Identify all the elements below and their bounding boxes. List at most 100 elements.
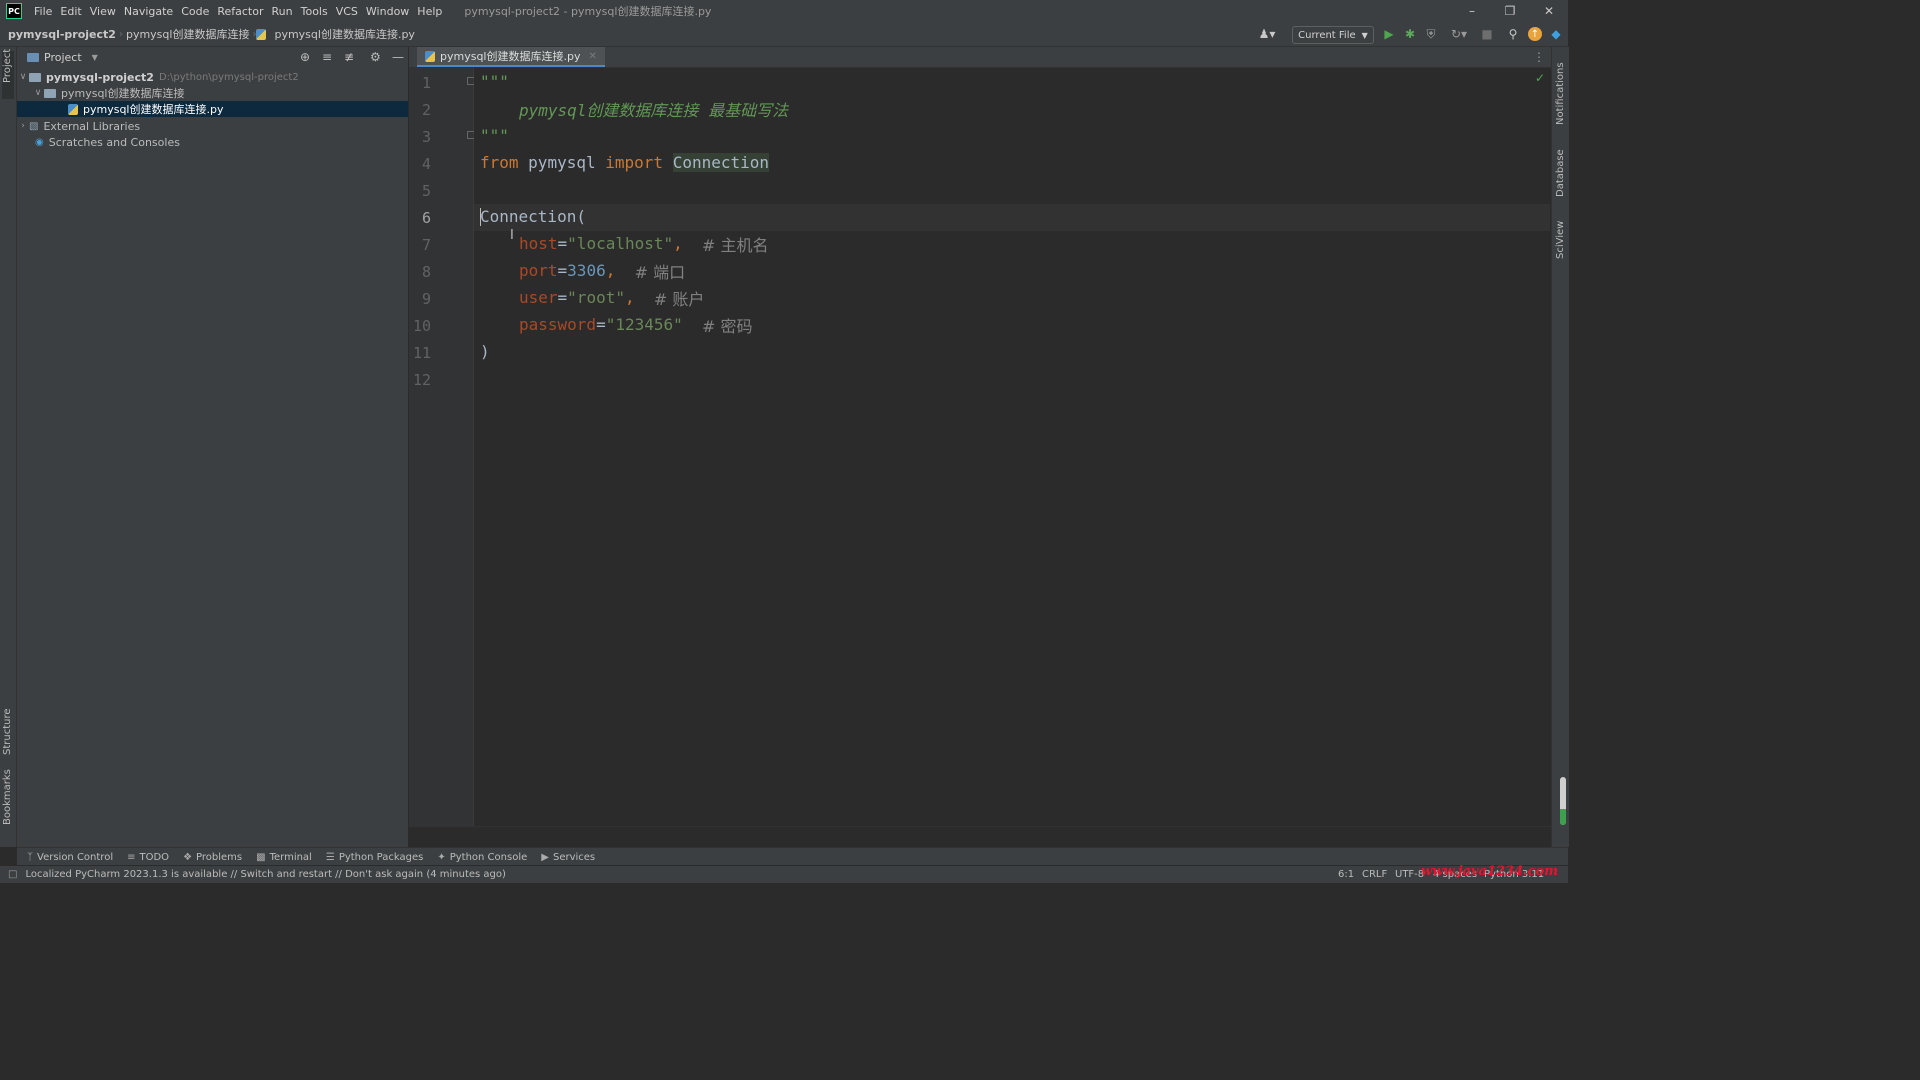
chevron-right-icon[interactable]: › — [17, 121, 29, 131]
line-separator[interactable]: CRLF — [1362, 869, 1387, 880]
project-panel-title[interactable]: Project — [44, 51, 82, 64]
menu-run[interactable]: Run — [268, 5, 297, 18]
bookmarks-tool-label[interactable]: Bookmarks — [2, 769, 13, 825]
more-options-icon[interactable]: ⋮ — [1533, 50, 1545, 64]
run-icon[interactable]: ▶ — [1382, 26, 1396, 42]
database-tool-label[interactable]: Database — [1555, 149, 1566, 197]
project-tool-label[interactable]: Project — [2, 49, 13, 83]
status-toggle-icon[interactable]: □ — [8, 869, 17, 880]
menu-code[interactable]: Code — [177, 5, 213, 18]
tree-root-name: pymysql-project2 — [46, 70, 154, 84]
run-config-dropdown[interactable]: Current File ▼ — [1292, 26, 1374, 44]
project-panel-header: Project ▼ ⊕ ≡ ≢ ⚙ — — [17, 47, 408, 67]
chevron-down-icon[interactable]: ∨ — [32, 88, 44, 98]
breadcrumb-folder[interactable]: pymysql创建数据库连接 — [123, 26, 253, 42]
param-name: user — [519, 288, 558, 307]
sciview-tool-label[interactable]: SciView — [1555, 221, 1566, 259]
close-window-icon[interactable]: ✕ — [1530, 0, 1568, 22]
python-console-tab[interactable]: ✦ Python Console — [437, 852, 527, 863]
restore-icon[interactable]: ❐ — [1491, 0, 1529, 22]
code-line-2: pymysql创建数据库连接 最基础写法 — [519, 95, 788, 122]
python-packages-tab[interactable]: ☰ Python Packages — [326, 852, 423, 863]
menu-edit[interactable]: Edit — [56, 5, 85, 18]
menu-view[interactable]: View — [86, 5, 120, 18]
line-number: 11 — [412, 344, 431, 362]
menu-tools[interactable]: Tools — [297, 5, 332, 18]
left-tool-stripe: Project Structure Bookmarks — [0, 47, 17, 847]
breadcrumb-project[interactable]: pymysql-project2 — [5, 28, 119, 41]
tree-item-project-root[interactable]: ∨ pymysql-project2 D:\python\pymysql-pro… — [17, 69, 408, 85]
locate-file-icon[interactable]: ⊕ — [300, 50, 310, 64]
expand-all-icon[interactable]: ≡ — [322, 50, 332, 64]
param-name: host — [519, 234, 558, 253]
version-control-tab[interactable]: ᛉ Version Control — [27, 852, 113, 863]
menu-file[interactable]: File — [30, 5, 56, 18]
watermark-text: www.java1234.com — [1421, 864, 1558, 879]
string-literal: "root" — [567, 288, 625, 307]
services-tab[interactable]: ▶ Services — [541, 852, 595, 863]
tree-file-label: pymysql创建数据库连接.py — [83, 103, 224, 116]
problems-tab[interactable]: ❖ Problems — [183, 852, 242, 863]
tree-item-file[interactable]: pymysql创建数据库连接.py — [17, 101, 408, 117]
line-number: 8 — [421, 263, 431, 281]
chevron-down-icon[interactable]: ∨ — [17, 72, 29, 82]
tree-item-scratches[interactable]: ◉ Scratches and Consoles — [17, 134, 408, 150]
collapse-all-icon[interactable]: ≢ — [344, 50, 354, 64]
editor-tab[interactable]: pymysql创建数据库连接.py ✕ — [417, 47, 605, 67]
library-icon: ▧ — [29, 120, 39, 132]
tree-item-external-libraries[interactable]: › ▧ External Libraries — [17, 118, 408, 134]
tree-root-path: D:\python\pymysql-project2 — [158, 71, 299, 83]
inspection-ok-icon[interactable]: ✓ — [1535, 71, 1545, 85]
menu-window[interactable]: Window — [362, 5, 413, 18]
hide-panel-icon[interactable]: — — [392, 50, 404, 64]
update-icon[interactable]: ↑ — [1528, 27, 1542, 41]
line-number: 2 — [421, 101, 431, 119]
line-number: 7 — [421, 236, 431, 254]
menu-help[interactable]: Help — [413, 5, 446, 18]
menu-navigate[interactable]: Navigate — [120, 5, 177, 18]
file-encoding[interactable]: UTF-8 — [1395, 869, 1424, 880]
coverage-icon[interactable]: ⛨ — [1424, 26, 1438, 42]
bottom-tool-bar: ᛉ Version Control ≡ TODO ❖ Problems ▩ Termin… — [17, 847, 1568, 866]
editor-tab-label: pymysql创建数据库连接.py — [440, 50, 581, 63]
param-name: password — [519, 315, 597, 334]
breadcrumb-file[interactable]: pymysql创建数据库连接.py — [271, 26, 417, 42]
line-number: 9 — [421, 290, 431, 308]
gear-icon[interactable]: ⚙ — [370, 50, 381, 64]
imported-name: Connection — [672, 153, 770, 172]
search-icon[interactable]: ⚲ — [1506, 26, 1520, 42]
minimize-icon[interactable]: – — [1453, 0, 1491, 22]
pycharm-logo-icon[interactable]: PC — [6, 3, 22, 19]
string-literal: "localhost" — [567, 234, 674, 253]
line-number: 10 — [412, 317, 431, 335]
structure-tool-label[interactable]: Structure — [2, 708, 13, 755]
module-name: pymysql — [528, 153, 596, 172]
menu-vcs[interactable]: VCS — [332, 5, 362, 18]
notifications-tool-label[interactable]: Notifications — [1555, 62, 1566, 125]
info-icon: ❖ — [183, 851, 193, 863]
closing-paren: ) — [480, 342, 490, 361]
code-line-10: password = "123456" # 密码 — [519, 311, 753, 338]
project-view-icon — [27, 52, 39, 62]
user-icon[interactable]: ♟▾ — [1256, 26, 1278, 42]
line-number: 4 — [421, 155, 431, 173]
status-message[interactable]: Localized PyCharm 2023.1.3 is available … — [25, 869, 505, 880]
code-editor[interactable]: """ pymysql创建数据库连接 最基础写法 """ from pymysq… — [474, 68, 1550, 826]
tree-item-folder[interactable]: ∨ pymysql创建数据库连接 — [17, 85, 408, 101]
code-line-7: host = "localhost", # 主机名 — [519, 230, 769, 257]
close-tab-icon[interactable]: ✕ — [588, 51, 596, 62]
stop-icon[interactable]: ■ — [1480, 26, 1494, 42]
caret-position[interactable]: 6:1 — [1338, 869, 1354, 880]
debug-icon[interactable]: ✱ — [1403, 26, 1417, 42]
chevron-down-icon[interactable]: ▼ — [92, 53, 98, 62]
tree-external-label: External Libraries — [43, 119, 141, 133]
jetbrains-logo-icon[interactable]: ◆ — [1549, 26, 1563, 42]
call-expression: Connection( — [480, 207, 586, 226]
terminal-tab[interactable]: ▩ Terminal — [256, 852, 312, 863]
todo-tab[interactable]: ≡ TODO — [127, 852, 169, 863]
menu-refactor[interactable]: Refactor — [213, 5, 267, 18]
profile-icon[interactable]: ↻▾ — [1446, 26, 1472, 42]
line-number-gutter[interactable]: 1 2 3 4 5 6 7 8 9 10 11 12 — [409, 68, 475, 826]
python-packages-label: Python Packages — [338, 851, 424, 863]
code-line-9: user = "root", # 账户 — [519, 284, 704, 311]
